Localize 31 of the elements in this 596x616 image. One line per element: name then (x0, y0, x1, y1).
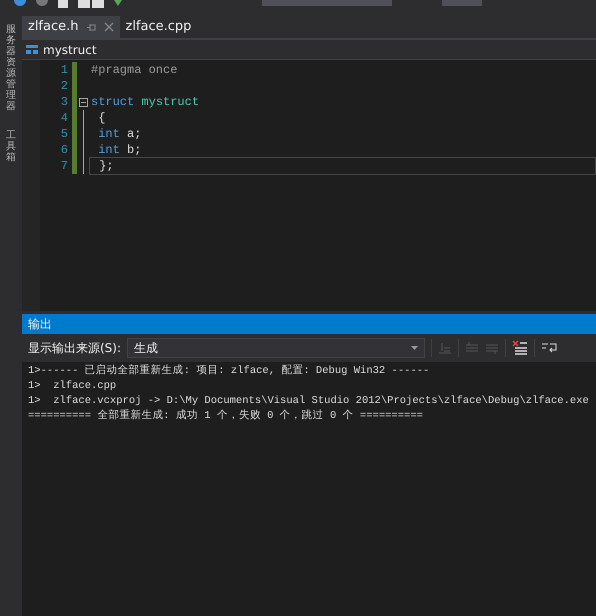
document-tab[interactable]: zlface.cpp (120, 16, 198, 38)
wrap-icon[interactable] (541, 340, 558, 354)
panel-title: 输出 (28, 316, 52, 332)
previous-icon[interactable] (465, 340, 480, 354)
side-tab[interactable]: 工具箱 (6, 130, 16, 163)
close-icon[interactable] (104, 22, 114, 32)
document-tab[interactable]: zlface.h (22, 16, 120, 38)
clear-icon[interactable] (512, 340, 528, 356)
side-tab[interactable]: 服务器资源管理器 (6, 24, 16, 112)
find-icon[interactable] (438, 340, 452, 354)
member-dropdown[interactable]: mystruct (43, 40, 97, 58)
code-line: int b; (97, 142, 142, 158)
line-number: 4 (60, 110, 69, 126)
pin-icon[interactable] (86, 22, 96, 32)
struct-icon (26, 45, 38, 54)
line-number: 5 (60, 126, 69, 142)
source-label: 显示输出来源(S): (28, 340, 122, 356)
output-log: 1>------ 已启动全部重新生成: 项目: zlface, 配置: Debug Win32 ------ 1> zlface.cpp 1> zlface.vcxproj -> D:\My Documents\Visual Studio 2012\Projects\zlface\Debug\zlface.exe ========== 全部重新生成: 成功 1 个，失败 0 个，跳过 0 个 ========== (22, 362, 596, 616)
collapse-icon[interactable] (79, 98, 88, 107)
code-line: int a; (97, 126, 142, 142)
code-line: struct mystruct (90, 94, 200, 110)
caret-icon (411, 346, 418, 350)
code-line: { (97, 110, 106, 126)
line-number: 1 (60, 62, 69, 78)
line-number: 7 (60, 158, 69, 174)
source-dropdown[interactable]: 生成 (127, 338, 426, 358)
line-number: 6 (60, 142, 69, 158)
line-number: 3 (60, 94, 69, 110)
code-line: #pragma once (90, 62, 178, 78)
play-icon[interactable] (114, 0, 122, 8)
line-number: 2 (60, 78, 69, 94)
